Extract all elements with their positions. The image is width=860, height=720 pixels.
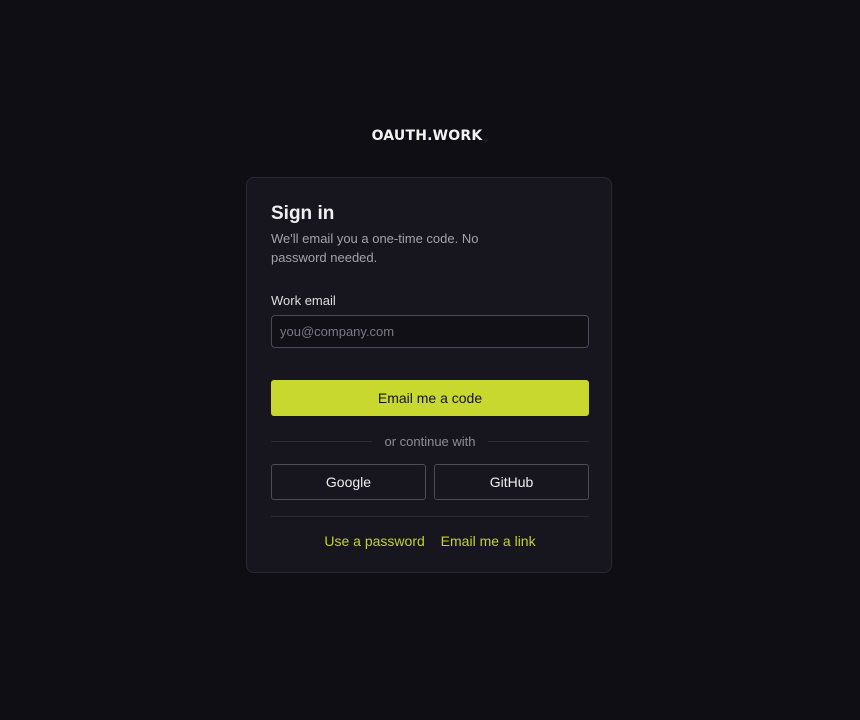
oauth-buttons: Google GitHub <box>271 464 589 500</box>
footer-separator <box>271 516 589 517</box>
email-me-a-code-button[interactable]: Email me a code <box>271 380 589 416</box>
brand-name: OAUTH.WORK <box>371 128 483 144</box>
sign-in-page: OAUTH.WORK Sign in We'll email you a one… <box>0 0 860 720</box>
email-field[interactable] <box>271 315 589 348</box>
alternate-sign-in-links: Use a password Email me a link <box>271 533 589 549</box>
brand-dot-icon <box>484 138 489 142</box>
divider-line-right <box>487 440 589 442</box>
page-title: Sign in <box>271 203 335 224</box>
divider-line-left <box>271 440 373 442</box>
email-label: Work email <box>271 293 336 308</box>
or-continue-divider: or continue with <box>271 432 589 450</box>
divider-text: or continue with <box>384 433 476 449</box>
google-sign-in-button[interactable]: Google <box>271 464 426 500</box>
brand-logo: OAUTH.WORK <box>0 128 860 144</box>
sign-in-subtitle: We'll email you a one-time code. No pass… <box>271 231 479 265</box>
use-password-link[interactable]: Use a password <box>324 533 424 549</box>
sign-in-card: Sign in We'll email you a one-time code.… <box>246 177 612 573</box>
email-link-link[interactable]: Email me a link <box>441 533 536 549</box>
github-sign-in-button[interactable]: GitHub <box>434 464 589 500</box>
